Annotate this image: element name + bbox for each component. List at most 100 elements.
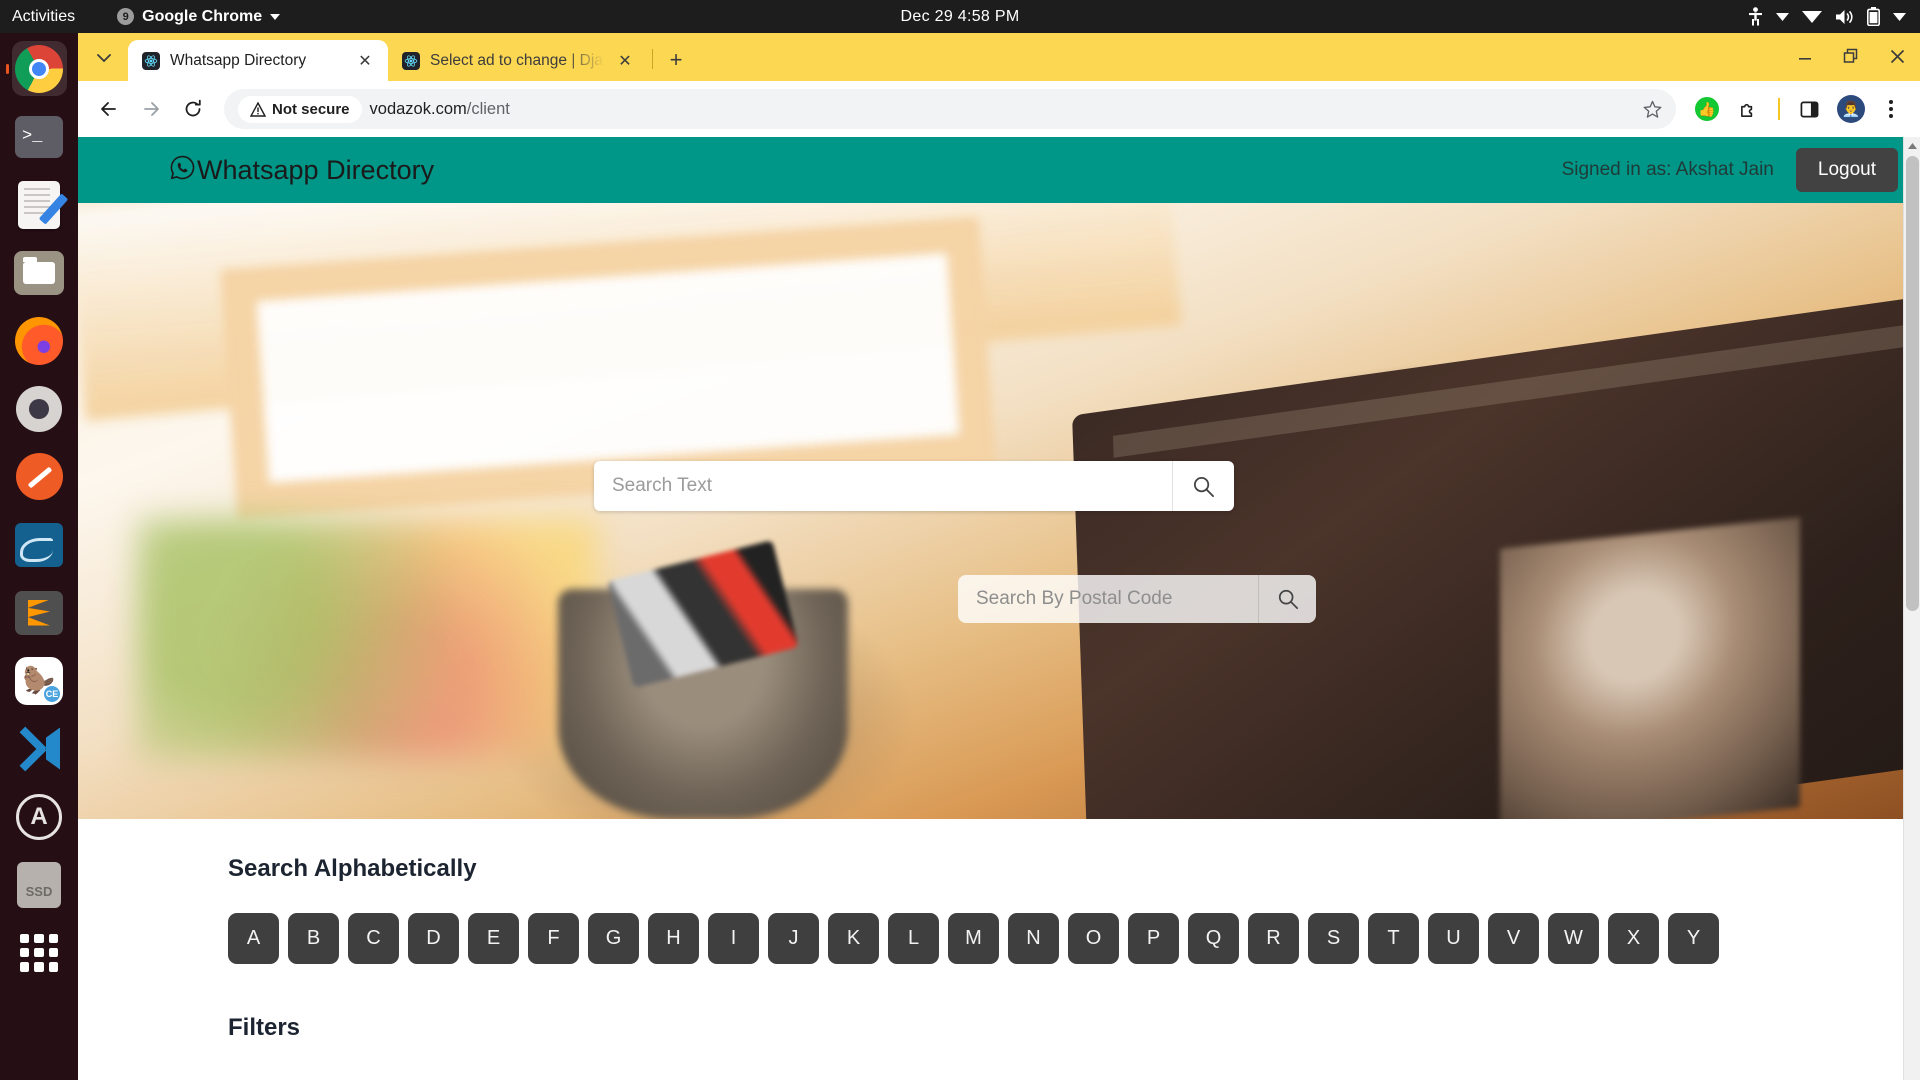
dock-item-files[interactable] (12, 245, 67, 300)
alphabet-button-d[interactable]: D (408, 913, 459, 964)
dock-item-dbeaver[interactable]: 🦫 CE (12, 653, 67, 708)
alphabet-button-j[interactable]: J (768, 913, 819, 964)
dolphin-icon (15, 522, 63, 567)
toolbar-divider (1778, 98, 1780, 120)
alphabet-button-o[interactable]: O (1068, 913, 1119, 964)
alphabet-button-m[interactable]: M (948, 913, 999, 964)
alphabet-button-x[interactable]: X (1608, 913, 1659, 964)
text-search-box[interactable] (594, 461, 1234, 511)
page-content: Search Alphabetically ABCDEFGHIJKLMNOPQR… (78, 819, 1920, 1042)
whatsapp-icon (170, 155, 195, 185)
dock-item-visual-studio-code[interactable] (12, 721, 67, 776)
dock-item-settings[interactable] (12, 381, 67, 436)
tab-select-ad-to-change[interactable]: Select ad to change | Dja ✕ (388, 40, 648, 81)
minimize-button[interactable] (1782, 37, 1828, 75)
side-panel-icon[interactable] (1790, 90, 1828, 128)
site-brand[interactable]: Whatsapp Directory (170, 155, 434, 186)
alphabet-button-c[interactable]: C (348, 913, 399, 964)
tab-title: Whatsapp Directory (170, 51, 307, 69)
postal-search-box[interactable] (958, 575, 1316, 623)
address-bar[interactable]: Not secure vodazok.com/client (224, 89, 1676, 129)
dock-item-postman[interactable] (12, 449, 67, 504)
sublime-icon (15, 590, 63, 635)
not-secure-label: Not secure (272, 100, 350, 118)
alphabet-button-n[interactable]: N (1008, 913, 1059, 964)
alphabet-button-r[interactable]: R (1248, 913, 1299, 964)
dock-item-terminal[interactable]: >_ (12, 109, 67, 164)
dock-item-mysql-workbench[interactable] (12, 517, 67, 572)
accessibility-icon[interactable] (1748, 7, 1763, 26)
volume-icon[interactable] (1835, 9, 1854, 25)
profile-avatar[interactable]: 👨‍💼 (1832, 90, 1870, 128)
alphabet-button-p[interactable]: P (1128, 913, 1179, 964)
logout-button[interactable]: Logout (1795, 148, 1898, 192)
alphabet-button-k[interactable]: K (828, 913, 879, 964)
tab-search-button[interactable] (82, 41, 126, 75)
avatar: 👨‍💼 (1837, 95, 1865, 123)
alphabet-button-u[interactable]: U (1428, 913, 1479, 964)
signed-in-label: Signed in as: Akshat Jain (1561, 159, 1774, 180)
alphabet-button-s[interactable]: S (1308, 913, 1359, 964)
chevron-down-icon[interactable] (1776, 12, 1789, 21)
clock[interactable]: Dec 29 4:58 PM (901, 8, 1020, 26)
dock-item-show-applications[interactable] (12, 925, 67, 980)
dock-item-google-chrome[interactable] (11, 41, 67, 96)
activities-button[interactable]: Activities (12, 8, 75, 26)
search-postal-input[interactable] (958, 588, 1258, 610)
alphabet-button-a[interactable]: A (228, 913, 279, 964)
new-tab-button[interactable]: + (661, 45, 691, 75)
chrome-badge-icon: 9 (117, 8, 135, 25)
system-tray (1748, 7, 1906, 26)
alphabet-button-e[interactable]: E (468, 913, 519, 964)
dock-item-firefox[interactable] (12, 313, 67, 368)
alphabet-button-g[interactable]: G (588, 913, 639, 964)
alphabet-button-w[interactable]: W (1548, 913, 1599, 964)
close-icon[interactable]: ✕ (614, 50, 636, 72)
close-button[interactable] (1874, 37, 1920, 75)
alphabet-button-l[interactable]: L (888, 913, 939, 964)
chrome-menu-button[interactable] (1874, 91, 1908, 127)
dock-item-ssd-drive[interactable]: SSD (12, 857, 67, 912)
hero-banner (78, 203, 1920, 819)
search-postal-button[interactable] (1258, 575, 1316, 623)
extensions-puzzle-icon[interactable] (1730, 90, 1768, 128)
alphabet-button-f[interactable]: F (528, 913, 579, 964)
alphabet-button-v[interactable]: V (1488, 913, 1539, 964)
search-icon (1278, 589, 1298, 610)
dock-item-sublime-text[interactable] (12, 585, 67, 640)
tab-whatsapp-directory[interactable]: Whatsapp Directory ✕ (128, 40, 388, 81)
alphabet-button-t[interactable]: T (1368, 913, 1419, 964)
maximize-button[interactable] (1828, 37, 1874, 75)
wifi-icon[interactable] (1802, 9, 1822, 24)
beaver-icon: 🦫 CE (15, 656, 63, 705)
alphabet-button-h[interactable]: H (648, 913, 699, 964)
alphabet-button-b[interactable]: B (288, 913, 339, 964)
search-text-input[interactable] (594, 475, 1172, 497)
bookmark-star-icon[interactable] (1634, 91, 1670, 127)
scroll-up-arrow-icon[interactable] (1904, 137, 1920, 155)
site-navbar: Whatsapp Directory Signed in as: Akshat … (78, 137, 1920, 203)
tab-title: Select ad to change | Dja (430, 51, 603, 69)
close-icon[interactable]: ✕ (354, 50, 376, 72)
browser-toolbar: Not secure vodazok.com/client 👍 👨‍💼 (78, 81, 1920, 137)
scrollbar-thumb[interactable] (1906, 156, 1919, 611)
search-text-button[interactable] (1172, 461, 1234, 511)
app-menu-google-chrome[interactable]: 9 Google Chrome (117, 8, 281, 26)
hero-search-area (78, 203, 1920, 819)
reload-button[interactable] (174, 90, 212, 128)
dock-item-ubuntu-software[interactable]: A (12, 789, 67, 844)
alphabet-button-y[interactable]: Y (1668, 913, 1719, 964)
ubuntu-dock: >_ 🦫 CE A SSD (0, 33, 78, 1080)
page-scrollbar[interactable] (1903, 137, 1920, 1080)
drive-icon: SSD (17, 861, 61, 908)
battery-icon[interactable] (1867, 7, 1880, 26)
back-button[interactable] (90, 90, 128, 128)
alphabet-button-i[interactable]: I (708, 913, 759, 964)
not-secure-badge[interactable]: Not secure (238, 95, 362, 123)
chevron-down-icon[interactable] (1893, 12, 1906, 21)
alphabet-button-q[interactable]: Q (1188, 913, 1239, 964)
chrome-icon (15, 44, 63, 93)
forward-button[interactable] (132, 90, 170, 128)
thumbs-up-extension-icon[interactable]: 👍 (1688, 90, 1726, 128)
dock-item-text-editor[interactable] (12, 177, 67, 232)
